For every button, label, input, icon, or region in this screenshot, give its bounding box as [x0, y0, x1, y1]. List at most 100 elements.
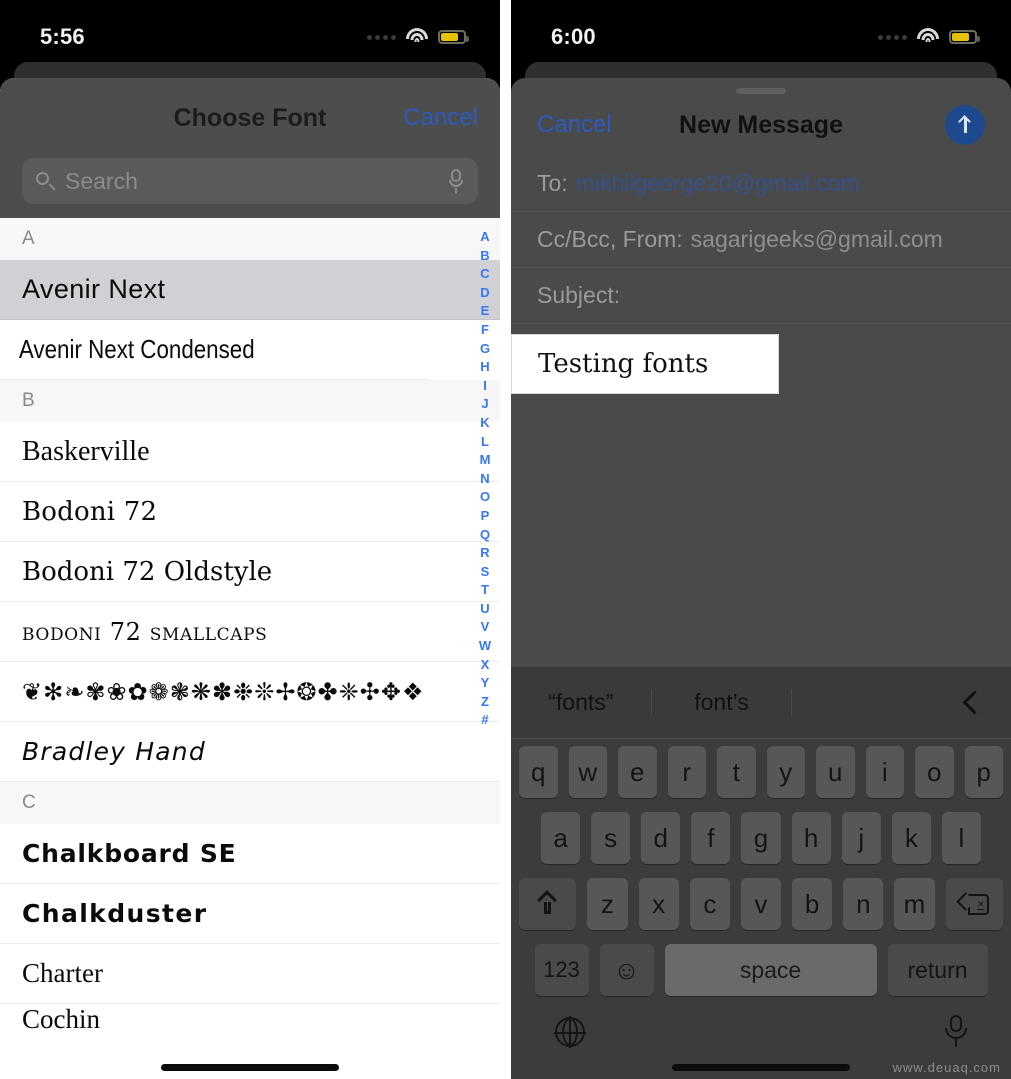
- index-letter[interactable]: O: [480, 488, 490, 507]
- onscreen-keyboard: “fonts” font’s q w e r t y u i o p a s d…: [511, 667, 1011, 1079]
- font-row-chalkduster[interactable]: Chalkduster: [0, 884, 500, 944]
- key-p[interactable]: p: [964, 746, 1003, 798]
- numbers-key[interactable]: 123: [534, 944, 589, 996]
- index-letter[interactable]: R: [480, 544, 489, 563]
- cancel-button[interactable]: Cancel: [403, 104, 478, 132]
- return-key[interactable]: return: [887, 944, 988, 996]
- font-row-bodoni-72[interactable]: Bodoni 72: [0, 482, 500, 542]
- key-k[interactable]: k: [891, 812, 931, 864]
- section-header-b: B: [0, 380, 500, 422]
- font-row-bodoni-72-smallcaps[interactable]: Bodoni 72 Smallcaps: [0, 602, 500, 662]
- index-letter[interactable]: T: [481, 581, 489, 600]
- key-e[interactable]: e: [618, 746, 657, 798]
- key-j[interactable]: j: [841, 812, 881, 864]
- font-row-cochin[interactable]: Cochin: [0, 1004, 500, 1046]
- index-letter[interactable]: L: [481, 433, 489, 452]
- status-indicators: [367, 28, 469, 46]
- key-d[interactable]: d: [641, 812, 681, 864]
- font-row-bodoni-72-oldstyle[interactable]: Bodoni 72 Oldstyle: [0, 542, 500, 602]
- index-letter[interactable]: W: [479, 637, 491, 656]
- key-f[interactable]: f: [691, 812, 731, 864]
- key-s[interactable]: s: [591, 812, 631, 864]
- key-h[interactable]: h: [791, 812, 831, 864]
- selected-body-text[interactable]: Testing fonts: [511, 334, 780, 394]
- microphone-icon[interactable]: [448, 169, 464, 193]
- to-field[interactable]: To: mikhilgeorge20@gmail.com: [511, 156, 1011, 212]
- font-list[interactable]: A Avenir Next Avenir Next Condensed B Ba…: [0, 218, 500, 1079]
- message-body[interactable]: Testing fonts: [511, 324, 1011, 444]
- send-arrow-up-icon: [957, 115, 973, 135]
- to-value[interactable]: mikhilgeorge20@gmail.com: [576, 170, 860, 197]
- key-m[interactable]: m: [894, 878, 935, 930]
- font-row-bodoni-ornaments[interactable]: ❦✻❧✾❀✿❁❃❋✽❉❊✢❂✤❈✣✥❖: [0, 662, 500, 722]
- index-letter[interactable]: H: [480, 358, 489, 377]
- key-q[interactable]: q: [519, 746, 558, 798]
- key-u[interactable]: u: [816, 746, 855, 798]
- font-row-baskerville[interactable]: Baskerville: [0, 422, 500, 482]
- space-key[interactable]: space: [664, 944, 877, 996]
- cc-bcc-from-field[interactable]: Cc/Bcc, From: sagarigeeks@gmail.com: [511, 212, 1011, 268]
- font-row-charter[interactable]: Charter: [0, 944, 500, 1004]
- index-letter[interactable]: P: [481, 507, 490, 526]
- battery-icon: [438, 30, 469, 44]
- suggestion-2[interactable]: font’s: [652, 689, 793, 716]
- emoji-smiley-icon[interactable]: ☺: [599, 944, 654, 996]
- key-o[interactable]: o: [915, 746, 954, 798]
- key-v[interactable]: v: [740, 878, 782, 930]
- index-letter[interactable]: M: [480, 451, 491, 470]
- screen-gutter: [500, 0, 511, 1079]
- send-button[interactable]: [945, 105, 985, 145]
- key-c[interactable]: c: [689, 878, 730, 930]
- key-r[interactable]: r: [667, 746, 706, 798]
- home-indicator[interactable]: [672, 1064, 850, 1071]
- key-x[interactable]: x: [638, 878, 679, 930]
- font-row-avenir-next[interactable]: Avenir Next: [0, 260, 500, 320]
- home-indicator[interactable]: [161, 1064, 339, 1071]
- keyboard-row-4: 123 ☺ space return: [511, 937, 1011, 1003]
- index-letter[interactable]: Q: [480, 526, 490, 545]
- index-letter[interactable]: U: [480, 600, 489, 619]
- from-value[interactable]: sagarigeeks@gmail.com: [691, 226, 943, 253]
- key-a[interactable]: a: [541, 812, 581, 864]
- index-letter[interactable]: N: [480, 470, 489, 489]
- subject-field[interactable]: Subject:: [511, 268, 1011, 324]
- search-input[interactable]: Search: [22, 158, 478, 204]
- index-letter[interactable]: G: [480, 340, 490, 359]
- font-row-avenir-next-condensed[interactable]: Avenir Next Condensed: [0, 320, 430, 380]
- index-letter[interactable]: X: [481, 656, 490, 675]
- suggestion-1[interactable]: “fonts”: [511, 689, 652, 716]
- microphone-icon[interactable]: [945, 1015, 967, 1049]
- backspace-key[interactable]: ×: [945, 878, 1003, 930]
- index-letter[interactable]: F: [481, 321, 489, 340]
- index-letter[interactable]: D: [480, 284, 489, 303]
- index-letter[interactable]: Y: [481, 674, 490, 693]
- index-letter[interactable]: C: [480, 265, 489, 284]
- index-letter[interactable]: S: [481, 563, 490, 582]
- key-g[interactable]: g: [741, 812, 781, 864]
- index-letter[interactable]: J: [481, 395, 488, 414]
- font-row-bradley-hand[interactable]: Bradley Hand: [0, 722, 500, 782]
- shift-key[interactable]: [519, 878, 577, 930]
- key-i[interactable]: i: [865, 746, 904, 798]
- globe-language-icon[interactable]: [554, 1017, 586, 1047]
- key-b[interactable]: b: [792, 878, 833, 930]
- font-row-chalkboard-se[interactable]: Chalkboard SE: [0, 824, 500, 884]
- index-letter[interactable]: E: [481, 302, 490, 321]
- index-letter[interactable]: A: [480, 228, 489, 247]
- keyboard-row-3: z x c v b n m ×: [511, 871, 1011, 937]
- collapse-suggestions-button[interactable]: [933, 690, 1011, 715]
- index-letter[interactable]: K: [480, 414, 489, 433]
- key-z[interactable]: z: [587, 878, 628, 930]
- index-letter[interactable]: V: [481, 618, 490, 637]
- battery-icon: [949, 30, 980, 44]
- index-letter[interactable]: I: [483, 377, 487, 396]
- key-n[interactable]: n: [843, 878, 884, 930]
- key-w[interactable]: w: [568, 746, 607, 798]
- alphabet-index-strip[interactable]: A B C D E F G H I J K L M N O P Q R S T: [476, 228, 494, 730]
- index-letter[interactable]: Z: [481, 693, 489, 712]
- key-y[interactable]: y: [766, 746, 805, 798]
- key-l[interactable]: l: [941, 812, 981, 864]
- index-letter[interactable]: #: [481, 711, 488, 730]
- key-t[interactable]: t: [717, 746, 756, 798]
- index-letter[interactable]: B: [480, 247, 489, 266]
